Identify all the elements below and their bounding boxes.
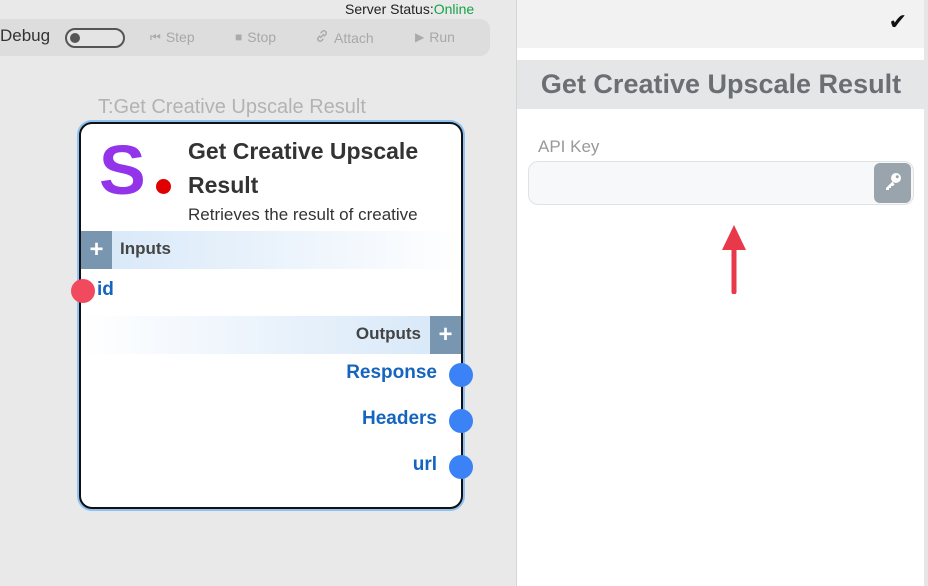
key-icon (882, 170, 904, 197)
stop-icon: ■ (235, 30, 243, 44)
panel-topbar: ✔ (517, 0, 925, 48)
stop-button-label: Stop (247, 29, 277, 45)
server-status-label: Server Status: (345, 1, 434, 17)
stop-button[interactable]: ■ Stop (235, 29, 276, 45)
output-label-response: Response (346, 362, 437, 383)
api-key-input[interactable] (529, 162, 869, 204)
node-description: Retrieves the result of creative upscale… (188, 205, 418, 230)
step-icon: ⏮ (150, 29, 161, 44)
debug-toggle[interactable] (65, 28, 125, 48)
panel-title: Get Creative Upscale Result (517, 60, 925, 109)
step-button-label: Step (165, 29, 195, 45)
add-input-button[interactable]: + (81, 231, 112, 269)
check-icon[interactable]: ✔ (889, 9, 907, 35)
node-title: Get Creative Upscale Result (188, 138, 419, 198)
debug-label: Debug (0, 26, 51, 45)
debug-toolbar: Debug ⏮ Step ■ Stop Attach ▶ Run (0, 19, 490, 56)
server-status-value: Online (433, 1, 475, 17)
step-button[interactable]: ⏮ Step (150, 29, 195, 45)
run-button[interactable]: ▶ Run (415, 29, 455, 45)
output-port-url[interactable] (449, 455, 473, 479)
flow-node[interactable]: S Get Creative Upscale Result Retrieves … (71, 122, 473, 509)
outputs-label: Outputs (355, 324, 421, 343)
output-label-url: url (412, 454, 437, 475)
node-logo: S (99, 131, 146, 209)
inputs-section: + Inputs (81, 231, 461, 269)
input-port-id[interactable] (71, 279, 95, 303)
run-button-label: Run (429, 29, 455, 45)
api-key-button[interactable] (874, 163, 911, 203)
flow-canvas[interactable]: Server Status:Online Debug ⏮ Step ■ Stop… (0, 0, 516, 586)
red-arrow-annotation (722, 225, 746, 294)
input-label-id: id (97, 279, 114, 300)
api-key-label: API Key (538, 137, 600, 156)
play-icon: ▶ (415, 30, 425, 44)
debug-toggle-knob (70, 33, 80, 43)
node-caption: T:Get Creative Upscale Result (98, 96, 366, 118)
server-status: Server Status:Online (345, 1, 474, 17)
window-edge (924, 0, 928, 586)
attach-button[interactable]: Attach (315, 29, 374, 46)
add-output-button[interactable]: + (430, 316, 461, 354)
link-icon (315, 29, 329, 46)
attach-button-label: Attach (334, 29, 374, 46)
output-port-headers[interactable] (449, 409, 473, 433)
output-port-response[interactable] (449, 363, 473, 387)
output-label-headers: Headers (362, 408, 437, 429)
outputs-section: Outputs + (81, 316, 461, 354)
properties-panel: ✔ Get Creative Upscale Result API Key (516, 0, 925, 586)
node-status-dot (156, 179, 171, 194)
api-key-field (528, 161, 914, 205)
inputs-label: Inputs (120, 239, 171, 258)
